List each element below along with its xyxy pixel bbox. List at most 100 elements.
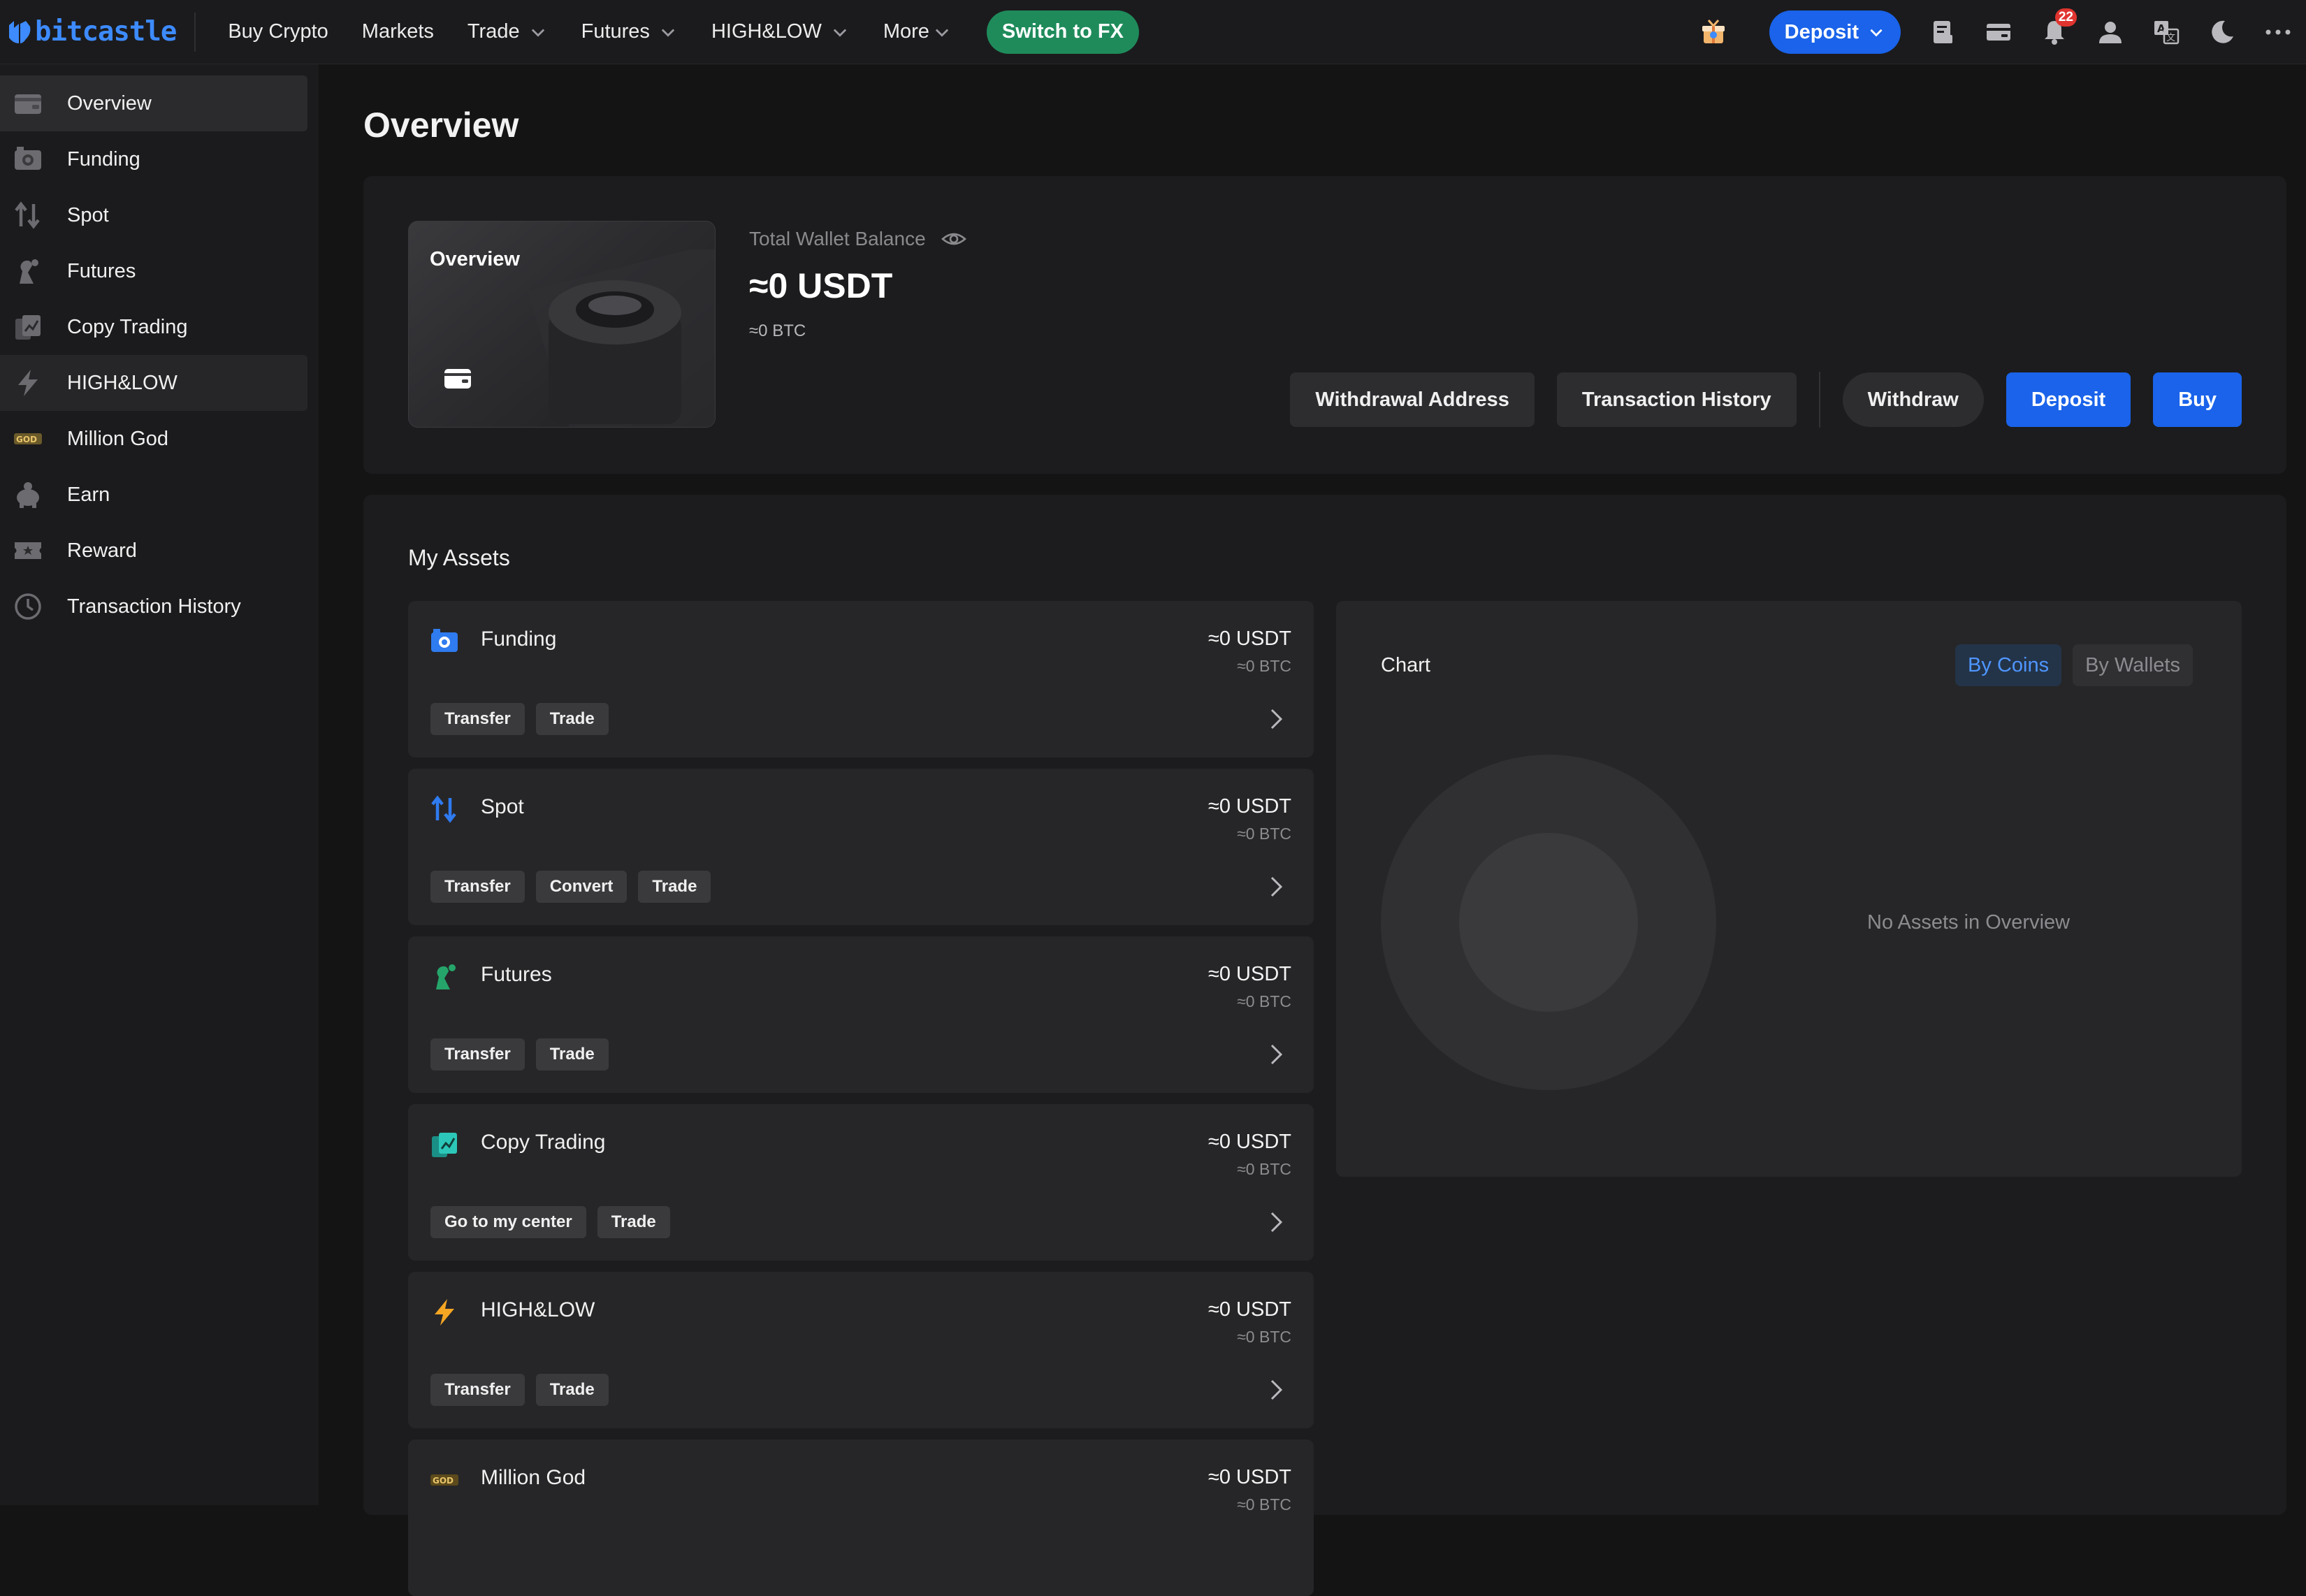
sidebar-item-transaction-history[interactable]: Transaction History bbox=[0, 579, 307, 634]
reward-ticket-icon bbox=[15, 542, 41, 559]
futures-icon bbox=[436, 964, 456, 989]
notification-count-badge: 22 bbox=[2054, 8, 2077, 27]
wallet-icon bbox=[15, 94, 41, 114]
futures-icon bbox=[20, 259, 38, 284]
sidebar-item-earn[interactable]: Earn bbox=[0, 467, 307, 523]
earn-piggy-icon bbox=[17, 482, 39, 508]
sidebar-item-high-low[interactable]: HIGH&LOW bbox=[0, 355, 307, 411]
by-coins-toggle[interactable]: By Coins bbox=[1955, 644, 2062, 686]
more-dots-icon[interactable] bbox=[2263, 17, 2293, 48]
asset-name: Funding bbox=[481, 627, 557, 651]
sidebar-item-label: Reward bbox=[67, 539, 137, 562]
user-icon[interactable] bbox=[2095, 17, 2126, 48]
overview-card: Overview bbox=[408, 221, 716, 428]
overview-panel: Overview Total Wallet Balance ≈0 USDT ≈0… bbox=[363, 176, 2286, 474]
buy-button[interactable]: Buy bbox=[2153, 372, 2242, 427]
asset-card-spot[interactable]: Spot ≈0 USDT ≈0 BTC Transfer Convert Tra… bbox=[408, 769, 1314, 925]
overview-actions: Withdrawal Address Transaction History W… bbox=[1268, 372, 2242, 428]
trade-tag[interactable]: Trade bbox=[597, 1206, 670, 1238]
asset-name: Million God bbox=[481, 1466, 586, 1489]
trade-tag[interactable]: Trade bbox=[535, 1374, 609, 1406]
sidebar-item-label: Copy Trading bbox=[67, 315, 188, 338]
chevron-down-icon bbox=[531, 29, 544, 37]
lightning-icon bbox=[435, 1299, 454, 1326]
asset-name: HIGH&LOW bbox=[481, 1298, 595, 1321]
asset-card-million-god[interactable]: GOD Million God ≈0 USDT ≈0 BTC bbox=[408, 1439, 1314, 1596]
withdraw-button[interactable]: Withdraw bbox=[1842, 372, 1984, 427]
copy-trading-icon bbox=[15, 315, 41, 340]
nav-futures[interactable]: Futures bbox=[581, 20, 678, 43]
safe-illustration bbox=[528, 249, 715, 427]
go-to-my-center-tag[interactable]: Go to my center bbox=[430, 1206, 586, 1238]
chevron-right-icon[interactable] bbox=[1262, 1040, 1291, 1069]
deposit-button[interactable]: Deposit bbox=[2006, 372, 2131, 427]
chart-title: Chart bbox=[1381, 654, 1430, 676]
sidebar-item-copy-trading[interactable]: Copy Trading bbox=[0, 299, 307, 355]
chevron-right-icon[interactable] bbox=[1262, 1207, 1291, 1237]
nav-label: HIGH&LOW bbox=[711, 20, 822, 43]
nav-buy-crypto[interactable]: Buy Crypto bbox=[228, 20, 328, 43]
sidebar-item-futures[interactable]: Futures bbox=[0, 243, 307, 299]
transaction-history-button[interactable]: Transaction History bbox=[1556, 372, 1797, 427]
language-icon[interactable]: A 文 bbox=[2151, 17, 2182, 48]
asset-card-futures[interactable]: Futures ≈0 USDT ≈0 BTC Transfer Trade bbox=[408, 936, 1314, 1093]
nav-markets[interactable]: Markets bbox=[362, 20, 434, 43]
asset-actions: Transfer Trade bbox=[430, 1038, 620, 1071]
sidebar-item-label: Futures bbox=[67, 259, 136, 282]
withdrawal-address-button[interactable]: Withdrawal Address bbox=[1290, 372, 1535, 427]
deposit-dropdown-button[interactable]: Deposit bbox=[1769, 10, 1901, 54]
svg-text:文: 文 bbox=[2166, 33, 2175, 43]
transfer-tag[interactable]: Transfer bbox=[430, 1038, 525, 1071]
nav-more[interactable]: More bbox=[883, 20, 952, 43]
trade-tag[interactable]: Trade bbox=[535, 703, 609, 735]
asset-actions: Transfer Convert Trade bbox=[430, 871, 722, 903]
total-balance-usdt: ≈0 USDT bbox=[749, 266, 893, 305]
moon-icon[interactable] bbox=[2207, 17, 2238, 48]
funding-icon bbox=[431, 629, 458, 652]
chevron-down-icon bbox=[833, 29, 847, 37]
million-god-logo-icon: GOD bbox=[430, 1474, 458, 1486]
asset-card-funding[interactable]: Funding ≈0 USDT ≈0 BTC Transfer Trade bbox=[408, 601, 1314, 757]
actions-divider bbox=[1818, 372, 1820, 428]
svg-text:GOD: GOD bbox=[433, 1476, 454, 1486]
asset-card-copy-trading[interactable]: Copy Trading ≈0 USDT ≈0 BTC Go to my cen… bbox=[408, 1104, 1314, 1261]
transfer-tag[interactable]: Transfer bbox=[430, 871, 525, 903]
chevron-down-icon bbox=[661, 29, 675, 37]
asset-usdt-value: ≈0 USDT bbox=[1208, 1298, 1291, 1321]
transfer-tag[interactable]: Transfer bbox=[430, 1374, 525, 1406]
chevron-right-icon[interactable] bbox=[1262, 1375, 1291, 1405]
sidebar-item-label: Spot bbox=[67, 203, 109, 226]
switch-to-fx-button[interactable]: Switch to FX bbox=[986, 10, 1139, 54]
asset-btc-value: ≈0 BTC bbox=[1237, 657, 1291, 675]
bitcastle-logo-icon bbox=[9, 20, 31, 43]
asset-name: Futures bbox=[481, 963, 552, 986]
chevron-right-icon[interactable] bbox=[1262, 872, 1291, 901]
sidebar-item-reward[interactable]: Reward bbox=[0, 523, 307, 579]
convert-tag[interactable]: Convert bbox=[535, 871, 628, 903]
trade-tag[interactable]: Trade bbox=[638, 871, 711, 903]
sidebar-item-million-god[interactable]: GOD Million God bbox=[0, 411, 307, 467]
chevron-right-icon[interactable] bbox=[1262, 704, 1291, 734]
trade-tag[interactable]: Trade bbox=[535, 1038, 609, 1071]
orders-icon[interactable] bbox=[1927, 17, 1958, 48]
top-navigation: bitcastle Buy Crypto Markets Trade Futur… bbox=[0, 0, 2306, 64]
wallet-icon[interactable] bbox=[1983, 17, 2014, 48]
by-wallets-toggle[interactable]: By Wallets bbox=[2073, 644, 2193, 686]
notifications-button[interactable]: 22 bbox=[2039, 8, 2077, 48]
bitcastle-logo[interactable]: bitcastle bbox=[7, 16, 177, 48]
sidebar-item-funding[interactable]: Funding bbox=[0, 131, 307, 187]
sidebar-item-label: Funding bbox=[67, 147, 140, 171]
transfer-tag[interactable]: Transfer bbox=[430, 703, 525, 735]
nav-high-low[interactable]: HIGH&LOW bbox=[711, 20, 850, 43]
asset-card-high-low[interactable]: HIGH&LOW ≈0 USDT ≈0 BTC Transfer Trade bbox=[408, 1272, 1314, 1428]
nav-trade[interactable]: Trade bbox=[467, 20, 548, 43]
sidebar-item-spot[interactable]: Spot bbox=[0, 187, 307, 243]
sidebar-item-overview[interactable]: Overview bbox=[0, 75, 307, 131]
asset-usdt-value: ≈0 USDT bbox=[1208, 1466, 1291, 1488]
gift-box-icon[interactable] bbox=[1698, 17, 1729, 48]
eye-icon[interactable] bbox=[940, 225, 968, 253]
asset-actions: Transfer Trade bbox=[430, 1374, 620, 1406]
chevron-down-icon bbox=[1870, 29, 1883, 37]
spot-arrows-icon bbox=[431, 795, 456, 823]
page-title: Overview bbox=[363, 106, 519, 145]
